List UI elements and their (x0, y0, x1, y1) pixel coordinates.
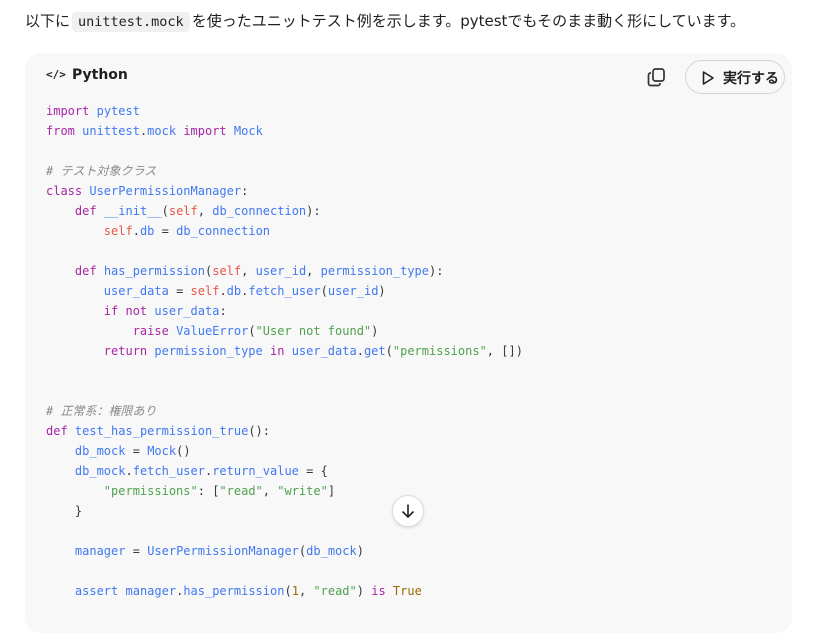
inline-code: unittest.mock (72, 12, 190, 32)
arrow-down-icon (402, 504, 414, 518)
run-button-label: 実行する (723, 71, 779, 87)
code-line: # 正常系：権限あり (46, 404, 157, 418)
code-line: def __init__(self, db_connection): (74, 204, 321, 218)
code-block-header: </> Python 実行する (25, 53, 792, 101)
code-line: db_mock = Mock() (74, 444, 191, 458)
code-content: import pytest from unittest.mock import M… (46, 101, 523, 601)
code-line: return permission_type in user_data.get(… (103, 344, 523, 358)
code-line: def has_permission(self, user_id, permis… (74, 264, 444, 278)
code-line: from unittest.mock import Mock (46, 124, 263, 138)
run-button[interactable]: 実行する (685, 60, 785, 94)
intro-before: 以下に (25, 12, 71, 30)
code-line: } (74, 504, 83, 518)
language-label: Python (72, 67, 128, 83)
code-line: raise ValueError("User not found") (132, 324, 379, 338)
copy-icon (647, 68, 665, 87)
code-line: import pytest (46, 104, 140, 118)
code-line: if not user_data: (103, 304, 227, 318)
play-icon (702, 71, 714, 85)
code-line: user_data = self.db.fetch_user(user_id) (103, 284, 386, 298)
code-line: self.db = db_connection (103, 224, 271, 238)
code-line: "permissions": ["read", "write"] (103, 484, 336, 498)
code-line: class UserPermissionManager: (46, 184, 249, 198)
scroll-down-button[interactable] (392, 495, 424, 527)
code-line: manager = UserPermissionManager(db_mock) (74, 544, 364, 558)
intro-text: 以下に unittest.mock を使ったユニットテスト例を示します。pytest… (25, 10, 745, 33)
code-line: # テスト対象クラス (46, 164, 157, 178)
code-line: db_mock.fetch_user.return_value = { (74, 464, 328, 478)
code-block: </> Python 実行する import pytest from unitte… (25, 53, 792, 633)
code-line: assert manager.has_permission(1, "read")… (74, 584, 422, 598)
code-line: def test_has_permission_true(): (46, 424, 271, 438)
intro-after: を使ったユニットテスト例を示します。pytestでもそのまま動く形にしています。 (191, 12, 746, 30)
code-icon: </> (46, 68, 66, 81)
copy-button[interactable] (645, 65, 669, 89)
